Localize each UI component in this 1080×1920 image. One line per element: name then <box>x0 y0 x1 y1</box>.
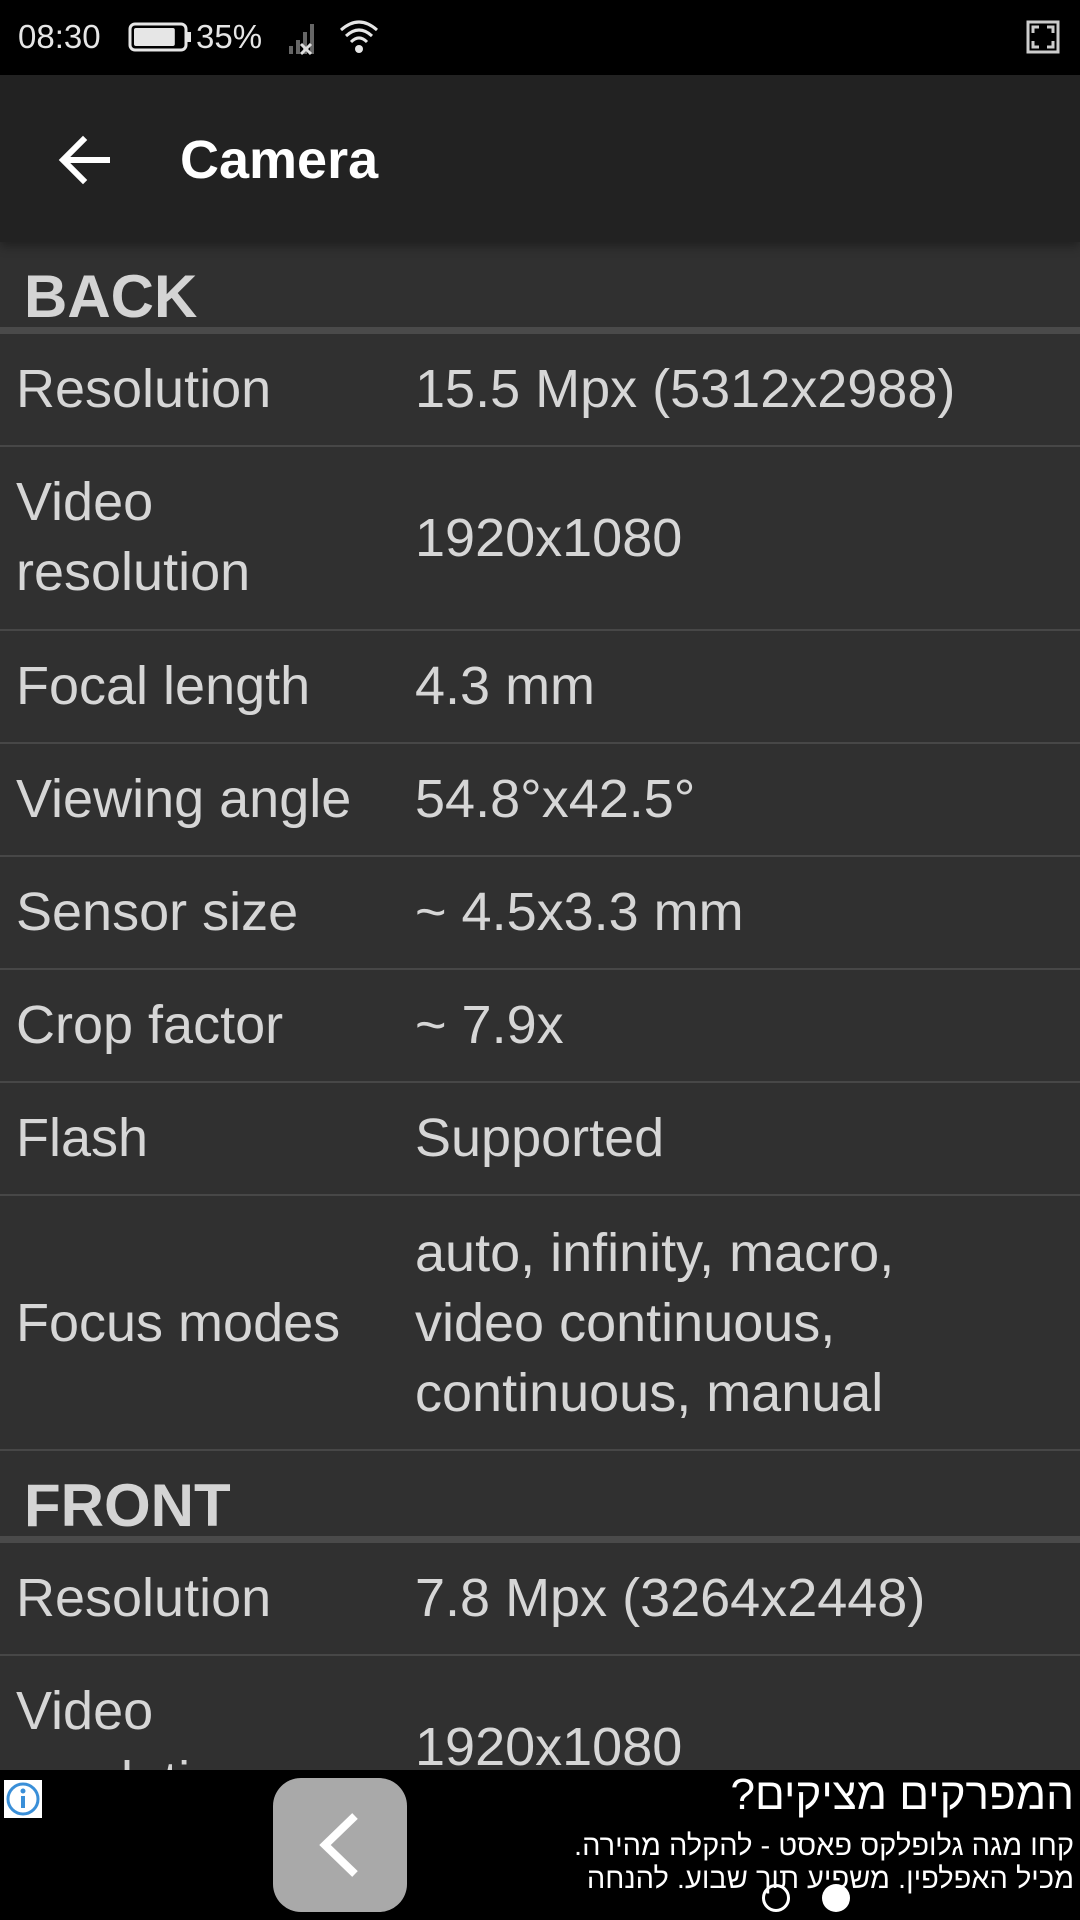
row-back-resolution: Resolution 15.5 Mpx (5312x2988) <box>0 334 1080 447</box>
row-front-resolution: Resolution 7.8 Mpx (3264x2448) <box>0 1543 1080 1656</box>
section-header-back: BACK <box>0 242 1080 334</box>
row-value: 1920x1080 <box>415 508 683 568</box>
section-title: FRONT <box>24 1472 231 1539</box>
section-title: BACK <box>24 263 198 330</box>
status-bar: 08:30 35% <box>0 0 1080 75</box>
row-label: Flash <box>16 1108 149 1168</box>
row-value: 54.8°x42.5° <box>415 769 696 829</box>
ad-banner[interactable]: המפרקים מציקים? קחו מגה גלופלקס פאסט - ל… <box>0 1770 1080 1920</box>
row-value: 15.5 Mpx (5312x2988) <box>415 359 956 419</box>
row-label: Focal length <box>16 656 311 716</box>
wifi-icon <box>340 20 378 53</box>
page-title: Camera <box>180 130 379 190</box>
row-label: Resolution <box>16 1568 272 1628</box>
row-back-viewing-angle: Viewing angle 54.8°x42.5° <box>0 744 1080 857</box>
row-label: Crop factor <box>16 995 284 1055</box>
row-value: 1920x1080 <box>415 1717 683 1770</box>
row-label: Focus modes <box>16 1293 341 1353</box>
ad-headline: המפרקים מציקים? <box>730 1770 1074 1819</box>
row-value: ~ 7.9x <box>415 995 564 1055</box>
row-value: 7.8 Mpx (3264x2448) <box>415 1568 926 1628</box>
row-label: Resolution <box>16 359 272 419</box>
battery-icon <box>128 22 191 52</box>
row-back-focal-length: Focal length 4.3 mm <box>0 631 1080 744</box>
section-header-front: FRONT <box>0 1451 1080 1543</box>
row-value: ~ 4.5x3.3 mm <box>415 882 744 942</box>
row-value: Supported <box>415 1108 665 1168</box>
info-icon[interactable] <box>4 1780 42 1818</box>
row-back-focus-modes: Focus modes auto, infinity, macro, video… <box>0 1196 1080 1451</box>
row-value: auto, infinity, macro, video continuous,… <box>415 1223 895 1423</box>
ad-back-button[interactable] <box>273 1778 407 1912</box>
carousel-dot-inactive[interactable] <box>762 1884 790 1912</box>
row-back-video-resolution: Video resolution 1920x1080 <box>0 447 1080 631</box>
row-label: Sensor size <box>16 882 299 942</box>
chevron-left-icon <box>319 1813 358 1877</box>
row-front-video-resolution: Video resolution 1920x1080 <box>0 1656 1080 1770</box>
status-time: 08:30 <box>18 18 101 55</box>
fullscreen-icon[interactable] <box>1026 20 1060 54</box>
back-arrow-icon[interactable] <box>57 132 113 188</box>
battery-percent: 35% <box>196 18 263 55</box>
row-label: Video resolution <box>16 472 251 602</box>
row-label: Video resolution <box>16 1681 250 1770</box>
row-back-flash: Flash Supported <box>0 1083 1080 1196</box>
row-value: 4.3 mm <box>415 656 596 716</box>
app-bar: Camera <box>0 75 1080 242</box>
camera-info-list[interactable]: BACK Resolution 15.5 Mpx (5312x2988) Vid… <box>0 242 1080 1770</box>
row-back-crop-factor: Crop factor ~ 7.9x <box>0 970 1080 1083</box>
row-back-sensor-size: Sensor size ~ 4.5x3.3 mm <box>0 857 1080 970</box>
row-label: Viewing angle <box>16 769 352 829</box>
ad-line-1: קחו מגה גלופלקס פאסט - להקלה מהירה. <box>574 1830 1074 1862</box>
carousel-dot-active[interactable] <box>822 1884 850 1912</box>
signal-icon <box>289 24 314 56</box>
